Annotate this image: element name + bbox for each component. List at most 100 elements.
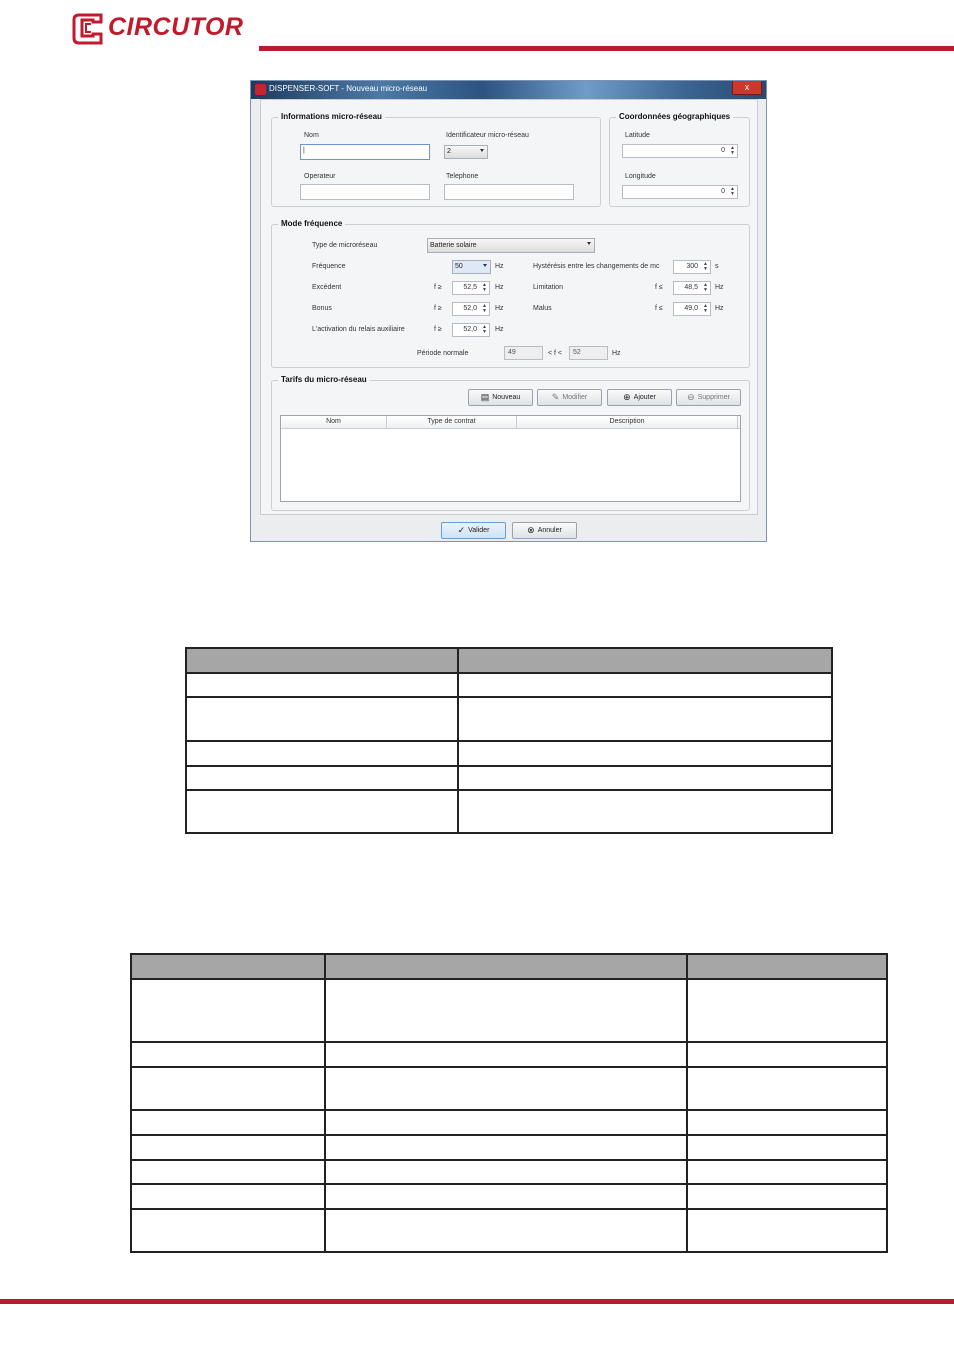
table-row [130,1041,888,1068]
table-cell [185,789,459,834]
telephone-label: Telephone [446,173,479,180]
bonus-op: f ≥ [434,305,442,312]
cancel-circle-icon: ⊗ [527,525,535,535]
table-cell [324,1208,688,1253]
limitation-input[interactable]: 48,5 ▲ ▼ [673,281,711,295]
operateur-input[interactable] [300,184,430,200]
table-cell [457,672,833,698]
excedent-input[interactable]: 52,5 ▲ ▼ [452,281,490,295]
nouveau-button[interactable]: ▤ Nouveau [468,389,533,406]
dialog-window: DISPENSER-SOFT - Nouveau micro-réseau x … [250,80,767,542]
footer-rule [0,1299,954,1304]
latitude-input[interactable]: 0 ▲ ▼ [622,144,738,158]
tarifs-group-title: Tarifs du micro-réseau [278,375,370,384]
bonus-input[interactable]: 52,0 ▲ ▼ [452,302,490,316]
table-cell [686,1183,888,1210]
modifier-button[interactable]: ✎ Modifier [537,389,602,406]
table-cell [686,1041,888,1068]
table-cell [185,765,459,791]
table-row [130,1159,888,1185]
table-cell [130,1183,326,1210]
table-cell [686,1134,888,1161]
spinner-icon[interactable]: ▲ ▼ [482,283,487,293]
frequence-select[interactable]: 50 [452,260,491,274]
activation-input[interactable]: 52,0 ▲ ▼ [452,323,490,337]
excedent-op: f ≥ [434,284,442,291]
malus-input[interactable]: 49,0 ▲ ▼ [673,302,711,316]
supprimer-button[interactable]: ⊖ Supprimer [676,389,741,406]
limitation-op: f ≤ [655,284,663,291]
table-cell [324,1041,688,1068]
table-cell [457,740,833,767]
column-header-type-contrat[interactable]: Type de contrat [387,416,517,428]
spinner-icon[interactable]: ▲ ▼ [730,146,735,156]
ajouter-button[interactable]: ⊕ Ajouter [607,389,672,406]
spinner-icon[interactable]: ▲ ▼ [703,283,708,293]
app-icon [255,84,266,95]
table-cell [457,765,833,791]
parameter-detail-table [130,953,888,1253]
table-header-row [185,647,833,674]
table-header-cell [324,953,688,980]
header-rule [259,46,954,51]
malus-label: Malus [533,305,552,312]
spinner-icon[interactable]: ▲ ▼ [703,304,708,314]
bonus-unit: Hz [495,305,504,312]
table-cell [130,1066,326,1111]
table-row [185,765,833,791]
activation-label: L'activation du relais auxiliaire [312,326,405,333]
table-cell [324,978,688,1043]
annuler-button[interactable]: ⊗ Annuler [512,522,577,539]
table-row [130,1183,888,1210]
brand-name: CIRCUTOR [108,13,244,41]
table-header-cell [457,647,833,674]
chevron-down-icon [480,149,484,152]
type-label: Type de microréseau [312,242,378,249]
tarifs-table[interactable]: Nom Type de contrat Description [280,415,741,502]
table-cell [686,1208,888,1253]
table-header-cell [130,953,326,980]
chevron-down-icon [587,242,591,245]
close-button[interactable]: x [732,81,762,95]
column-header-description[interactable]: Description [517,416,738,428]
identificateur-label: Identificateur micro-réseau [446,132,529,139]
type-select[interactable]: Batterie solaire [427,238,595,253]
periode-min-input: 49 [504,346,543,360]
table-header-row [130,953,888,980]
dialog-body: Informations micro-réseau Nom | Identifi… [260,99,758,515]
periode-range-op: < f < [548,350,563,357]
table-cell [457,789,833,834]
malus-unit: Hz [715,305,724,312]
telephone-input[interactable] [444,184,574,200]
excedent-unit: Hz [495,284,504,291]
table-cell [324,1134,688,1161]
table-row [130,1208,888,1253]
coords-group: Coordonnées géographiques Latitude 0 ▲ ▼ … [609,112,750,207]
spinner-icon[interactable]: ▲ ▼ [730,187,735,197]
bonus-label: Bonus [312,305,332,312]
tarifs-table-header: Nom Type de contrat Description [281,416,740,429]
column-header-nom[interactable]: Nom [281,416,387,428]
hysteresis-input[interactable]: 300 ▲ ▼ [673,260,711,274]
mode-group-title: Mode fréquence [278,219,346,228]
table-cell [185,740,459,767]
table-row [185,672,833,698]
periode-unit: Hz [612,350,621,357]
spinner-icon[interactable]: ▲ ▼ [482,304,487,314]
table-cell [130,1134,326,1161]
valider-button[interactable]: ✓ Valider [441,522,506,539]
mode-group: Mode fréquence Type de microréseau Batte… [271,219,750,368]
table-row [130,1066,888,1111]
pencil-icon: ✎ [551,392,560,402]
longitude-input[interactable]: 0 ▲ ▼ [622,185,738,199]
table-cell [130,978,326,1043]
window-title: DISPENSER-SOFT - Nouveau micro-réseau [269,84,428,93]
table-cell [130,1208,326,1253]
spinner-icon[interactable]: ▲ ▼ [482,325,487,335]
identificateur-select[interactable]: 2 [444,145,488,159]
limitation-label: Limitation [533,284,563,291]
circutor-logo: CIRCUTOR [71,12,251,46]
nom-input[interactable]: | [300,144,430,160]
table-cell [185,696,459,742]
spinner-icon[interactable]: ▲ ▼ [703,262,708,272]
